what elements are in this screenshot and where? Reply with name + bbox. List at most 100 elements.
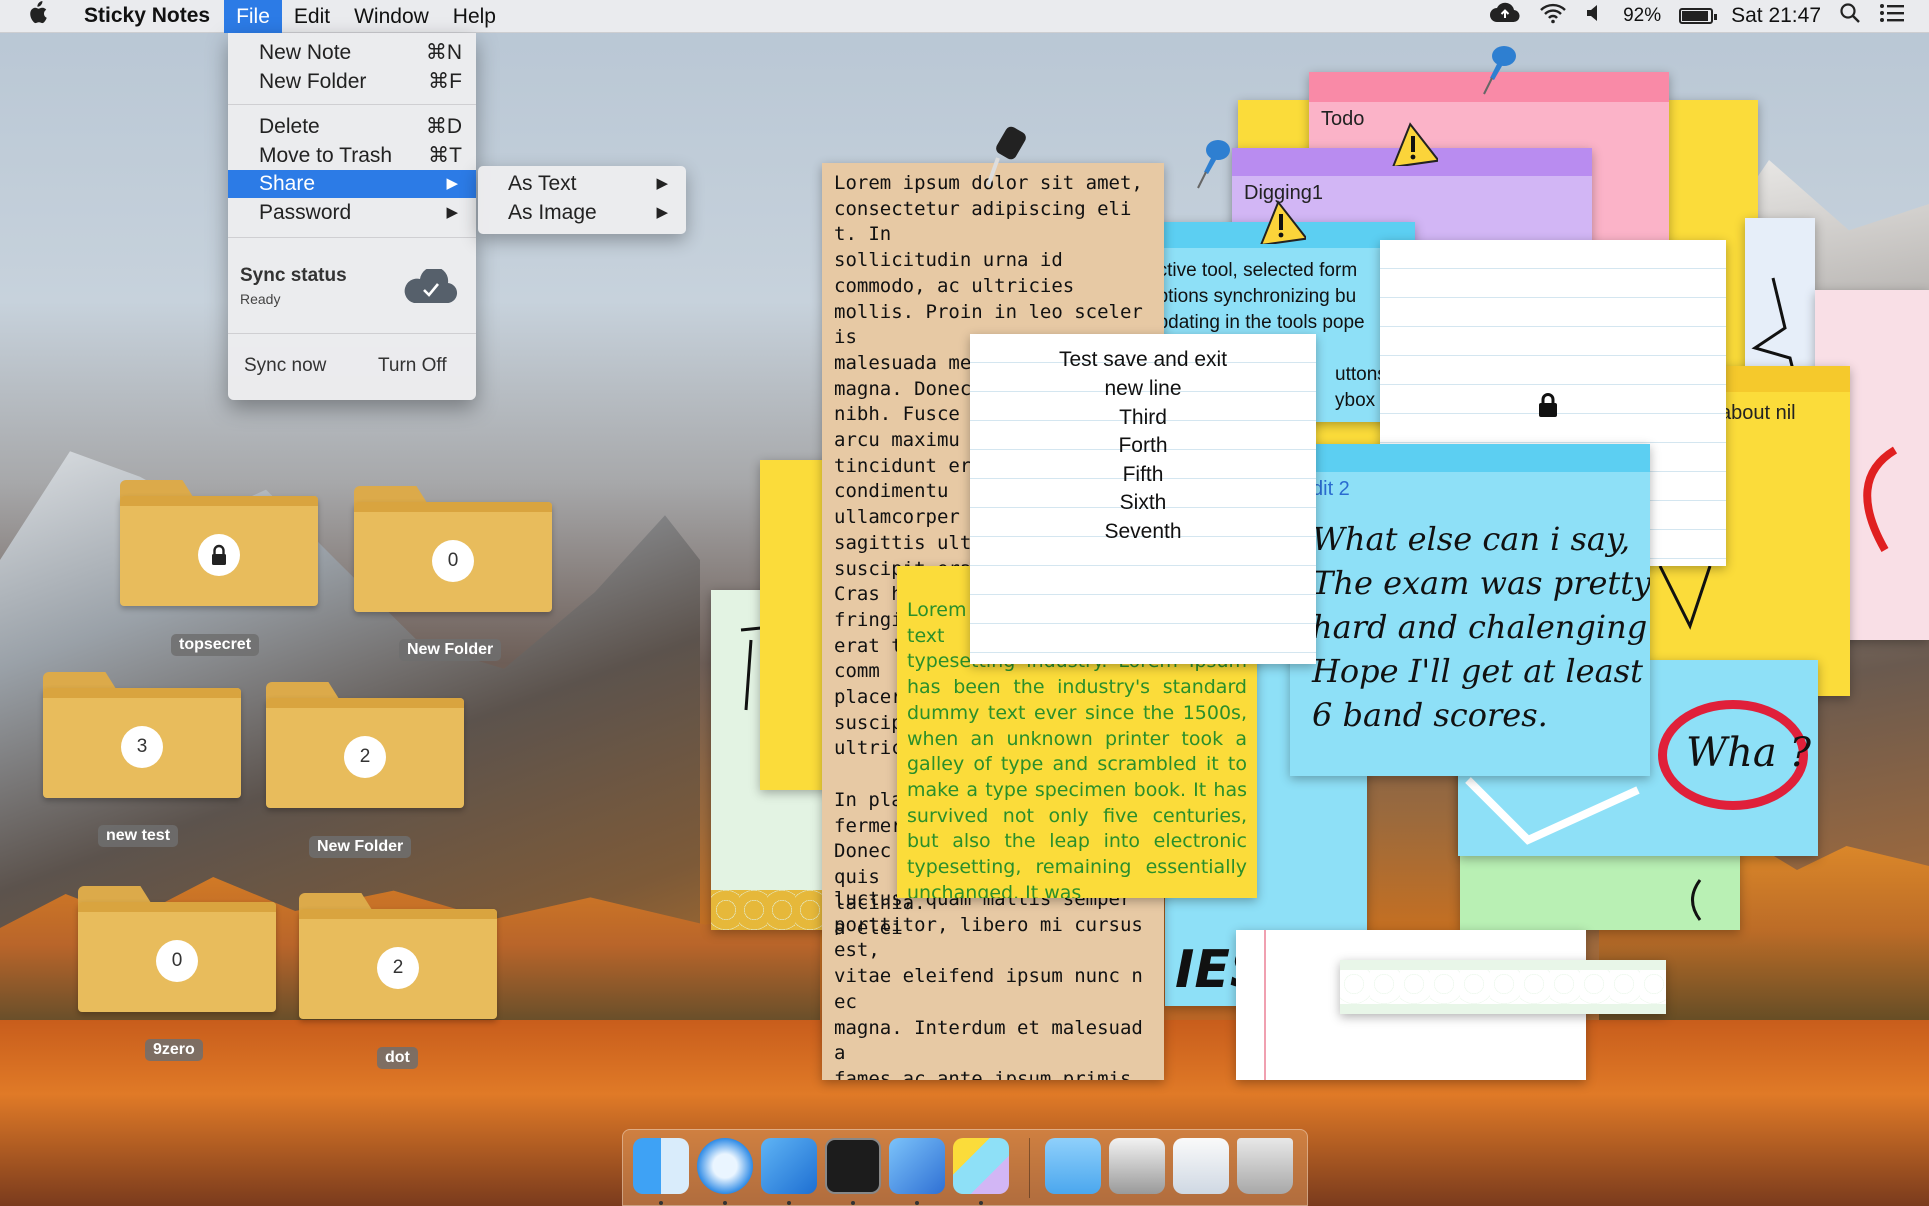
menu-separator — [228, 104, 476, 105]
handwriting-line-5: 6 band scores. — [1312, 696, 1548, 734]
note-line: Sixth — [970, 491, 1316, 515]
volume-icon[interactable] — [1585, 3, 1605, 29]
menu-item-move-to-trash[interactable]: Move to Trash ⌘T — [228, 142, 476, 170]
shortcut: ⌘T — [428, 142, 462, 170]
app-name[interactable]: Sticky Notes — [84, 4, 210, 28]
pushpin-icon — [1192, 136, 1240, 192]
folder-new-folder-2[interactable]: 2 — [266, 682, 464, 808]
document-stack-icon[interactable] — [1109, 1138, 1165, 1194]
spotlight-search-icon[interactable] — [1839, 2, 1861, 30]
menu-help[interactable]: Help — [441, 0, 508, 33]
note-title: dit 2 — [1312, 478, 1350, 501]
note-text-tail: uttons ybox — [1335, 362, 1387, 414]
menu-file[interactable]: File — [224, 0, 282, 33]
turn-off-button[interactable]: Turn Off — [378, 355, 447, 377]
dock — [622, 1129, 1308, 1206]
shortcut: ⌘N — [426, 39, 462, 67]
menu-item-label: New Folder — [259, 70, 366, 93]
cloud-upload-icon[interactable] — [1489, 2, 1521, 30]
folder-9zero[interactable]: 0 — [78, 886, 276, 1012]
folder-label[interactable]: New Folder — [399, 639, 501, 661]
menu-item-label: Move to Trash — [259, 144, 392, 167]
menu-separator — [228, 237, 476, 238]
menu-item-new-note[interactable]: New Note ⌘N — [228, 39, 476, 67]
folder-label[interactable]: 9zero — [145, 1039, 203, 1061]
note-header — [1290, 444, 1650, 472]
instruments-icon[interactable] — [889, 1138, 945, 1194]
folder-label[interactable]: topsecret — [171, 634, 259, 656]
menu-item-delete[interactable]: Delete⌘D — [228, 113, 476, 141]
folder-label[interactable]: dot — [377, 1047, 418, 1069]
margin-line — [1264, 930, 1266, 1080]
cloud-check-icon — [402, 269, 458, 305]
menu-window[interactable]: Window — [342, 0, 441, 33]
thumbtack-icon — [982, 124, 1032, 192]
running-indicator — [723, 1201, 727, 1205]
safari-icon[interactable] — [697, 1138, 753, 1194]
battery-percent[interactable]: 92% — [1623, 5, 1661, 27]
menu-bar: Sticky Notes File Edit Window Help 92% S… — [0, 0, 1929, 33]
warning-icon[interactable] — [1256, 200, 1306, 244]
menu-item-label: New Note — [259, 41, 351, 64]
note-line: new line — [970, 377, 1316, 401]
warning-icon[interactable] — [1388, 122, 1438, 166]
menu-item-label: Password — [259, 201, 351, 224]
submenu-arrow-icon: ▶ — [446, 199, 458, 227]
sticky-note-list[interactable]: Test save and exit new line Third Forth … — [970, 334, 1316, 664]
note-text-continued: luctus, quam mattis semper porttitor, li… — [834, 887, 1154, 1080]
sync-now-button[interactable]: Sync now — [244, 355, 326, 377]
folder-count-badge: 2 — [377, 947, 419, 989]
folder-label[interactable]: New Folder — [309, 836, 411, 858]
note-text: active tool, selected form options synch… — [1147, 258, 1365, 336]
sticky-note-edit2[interactable]: dit 2 What else can i say, The exam was … — [1290, 444, 1650, 776]
trash-icon[interactable] — [1237, 1138, 1293, 1194]
sticky-notes-icon[interactable] — [953, 1138, 1009, 1194]
menu-item-password[interactable]: Password ▶ — [228, 199, 476, 227]
folder-count-badge: 2 — [344, 736, 386, 778]
handwriting-line-1: What else can i say, — [1312, 520, 1630, 558]
clock[interactable]: Sat 21:47 — [1731, 4, 1821, 28]
menu-item-share[interactable]: Share▶ — [228, 170, 476, 198]
battery-icon[interactable] — [1679, 8, 1713, 24]
folder-new-test[interactable]: 3 — [43, 672, 241, 798]
running-indicator — [979, 1201, 983, 1205]
menu-item-label: As Image — [508, 201, 597, 224]
downloads-folder-icon[interactable] — [1045, 1138, 1101, 1194]
submenu-arrow-icon: ▶ — [656, 170, 668, 198]
sticky-note-dots[interactable] — [1340, 960, 1666, 1014]
xcode-icon[interactable] — [761, 1138, 817, 1194]
folder-dot[interactable]: 2 — [299, 893, 497, 1019]
screenshot-stack-icon[interactable] — [1173, 1138, 1229, 1194]
folder-new-folder[interactable]: 0 — [354, 486, 552, 612]
sync-status-state: Ready — [240, 291, 280, 307]
note-title: Todo — [1321, 108, 1364, 131]
lock-icon — [1537, 392, 1559, 422]
activity-monitor-icon[interactable] — [825, 1138, 881, 1194]
note-line: Forth — [970, 434, 1316, 458]
running-indicator — [787, 1201, 791, 1205]
sync-status-title: Sync status — [240, 265, 347, 287]
apple-menu-icon[interactable] — [26, 1, 70, 31]
pushpin-icon — [1478, 42, 1526, 98]
folder-count-badge: 3 — [121, 726, 163, 768]
handwriting-line-2: The exam was pretty — [1312, 564, 1650, 602]
menu-item-as-text[interactable]: As Text ▶ — [478, 170, 686, 198]
running-indicator — [851, 1201, 855, 1205]
running-indicator — [915, 1201, 919, 1205]
menu-item-as-image[interactable]: As Image ▶ — [478, 199, 686, 227]
submenu-arrow-icon: ▶ — [656, 199, 668, 227]
submenu-arrow-icon: ▶ — [446, 170, 458, 198]
folder-label[interactable]: new test — [98, 825, 178, 847]
notification-center-icon[interactable] — [1879, 3, 1905, 29]
menu-edit[interactable]: Edit — [282, 0, 342, 33]
menu-item-new-folder[interactable]: New Folder⌘F — [228, 68, 476, 96]
wifi-icon[interactable] — [1539, 2, 1567, 30]
note-bottom-decoration — [711, 890, 829, 930]
folder-topsecret[interactable] — [120, 480, 318, 606]
handwriting-line-3: hard and chalenging. — [1312, 608, 1650, 646]
finder-icon[interactable] — [633, 1138, 689, 1194]
note-line: Test save and exit — [970, 348, 1316, 372]
shortcut: ⌘D — [426, 113, 462, 141]
dock-separator — [1029, 1138, 1030, 1198]
menu-item-label: As Text — [508, 172, 576, 195]
